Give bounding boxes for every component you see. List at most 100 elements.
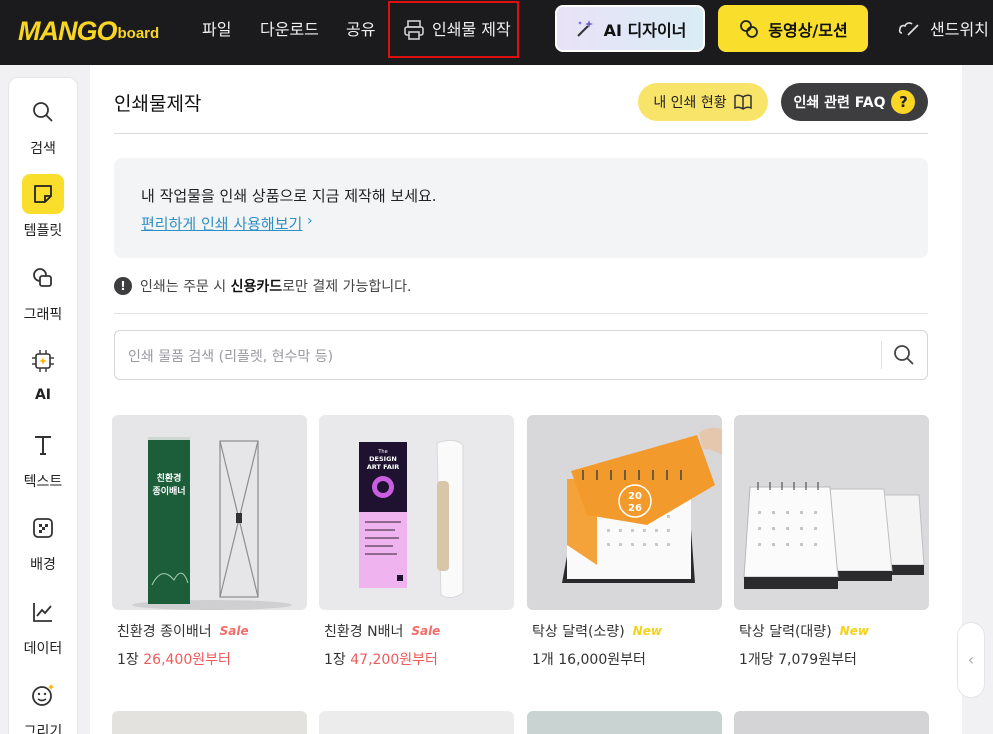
question-icon: ? <box>891 90 916 114</box>
product-price: 16,000원부터 <box>558 652 646 668</box>
product-image: 20 26 <box>527 415 722 610</box>
poster-text-3: ART FAIR <box>367 463 400 471</box>
sidebar-item-search[interactable]: 검색 <box>9 92 77 158</box>
product-name: 탁상 달력(대량) <box>739 624 832 640</box>
payment-text-pre: 인쇄는 주문 시 <box>140 279 231 295</box>
product-qty: 1장 <box>117 652 144 668</box>
printer-icon <box>404 20 424 40</box>
collapse-panel-button[interactable]: ‹ <box>957 622 985 698</box>
sidebar-item-draw[interactable]: 그리기 <box>9 675 77 734</box>
divider <box>114 133 928 134</box>
alert-icon: ! <box>114 277 132 295</box>
sidebar-label: 그리기 <box>23 724 63 734</box>
mangoboard-logo[interactable]: MANGO board <box>18 14 159 48</box>
sidebar-label: 데이터 <box>23 641 63 657</box>
sidebar-item-background[interactable]: 배경 <box>9 508 77 574</box>
payment-notice-text: 인쇄는 주문 시 신용카드로만 결제 가능합니다. <box>140 276 411 296</box>
product-card[interactable]: 탁상 달력(대량) New 1개당 7,079원부터 <box>734 415 929 669</box>
product-card-partial[interactable] <box>734 711 929 734</box>
background-icon <box>22 508 64 548</box>
sale-badge: Sale <box>411 624 441 638</box>
payment-text-bold: 신용카드 <box>230 279 283 295</box>
product-price-row: 1장 26,400원부터 <box>117 649 307 669</box>
product-card[interactable]: 20 26 탁상 달력(소량) New 1개 16,000원부터 <box>527 415 722 669</box>
product-qty: 1장 <box>324 652 351 668</box>
ai-designer-button[interactable]: AI 디자이너 <box>555 5 705 52</box>
menu-file[interactable]: 파일 <box>202 18 231 42</box>
sidebar-item-ai[interactable]: AI <box>9 341 77 403</box>
sidebar-label: 템플릿 <box>23 223 63 239</box>
book-icon <box>733 94 752 110</box>
print-faq-button[interactable]: 인쇄 관련 FAQ ? <box>781 83 928 121</box>
motion-icon <box>740 19 759 38</box>
search-icon <box>22 92 64 132</box>
new-badge: New <box>632 624 662 638</box>
product-price-row: 1개 16,000원부터 <box>532 649 722 669</box>
payment-notice: ! 인쇄는 주문 시 신용카드로만 결제 가능합니다. <box>114 276 411 296</box>
sidebar-item-text[interactable]: 텍스트 <box>9 425 77 491</box>
sidebar-item-data[interactable]: 데이터 <box>9 592 77 658</box>
poster-text-2: DESIGN <box>369 455 397 463</box>
new-badge: New <box>839 624 869 638</box>
product-price: 47,200원부터 <box>350 652 438 668</box>
guide-link[interactable]: 편리하게 인쇄 사용해보기 <box>141 213 302 234</box>
product-image: 친환경 종이배너 <box>112 415 307 610</box>
ai-chip-icon <box>22 341 64 381</box>
faq-label: 인쇄 관련 FAQ <box>793 95 886 111</box>
sandwich-menu[interactable]: 샌드위치 <box>898 16 989 40</box>
product-name-row: 친환경 종이배너 Sale <box>117 621 307 641</box>
product-qty: 1개 <box>532 652 559 668</box>
product-name-row: 탁상 달력(대량) New <box>739 621 929 641</box>
chevron-right-icon: › <box>307 213 313 229</box>
print-label: 인쇄물 제작 <box>432 20 511 39</box>
sandwich-label: 샌드위치 <box>930 20 989 39</box>
left-sidebar: 검색 템플릿 그래픽 AI 텍스트 배경 데이터 그리기 <box>8 77 78 734</box>
product-card[interactable]: The DESIGN ART FAIR 친환경 N배너 Sale 1장 47,2… <box>319 415 514 669</box>
logo-main: MANGO <box>18 16 117 46</box>
product-name-row: 탁상 달력(소량) New <box>532 621 722 641</box>
sale-badge: Sale <box>219 624 249 638</box>
sidebar-item-template[interactable]: 템플릿 <box>9 174 77 240</box>
product-name: 탁상 달력(소량) <box>532 624 625 640</box>
sidebar-label: 그래픽 <box>23 307 63 323</box>
product-card-partial[interactable] <box>319 711 514 734</box>
product-price-row: 1장 47,200원부터 <box>324 649 514 669</box>
product-image: The DESIGN ART FAIR <box>319 415 514 610</box>
sidebar-label: 배경 <box>30 557 56 573</box>
menu-download[interactable]: 다운로드 <box>260 18 319 42</box>
print-panel: 인쇄물제작 내 인쇄 현황 인쇄 관련 FAQ ? 내 작업물을 인쇄 상품으로… <box>90 65 962 734</box>
template-icon <box>22 174 64 214</box>
product-price-row: 1개당 7,079원부터 <box>739 649 929 669</box>
product-price: 26,400원부터 <box>143 652 231 668</box>
search-input[interactable]: 인쇄 물품 검색 (리플렛, 현수막 등) <box>128 346 333 366</box>
my-print-status-button[interactable]: 내 인쇄 현황 <box>638 83 768 121</box>
search-icon[interactable] <box>893 344 915 366</box>
notice-text: 내 작업물을 인쇄 상품으로 지금 제작해 보세요. <box>141 187 437 205</box>
top-bar: MANGO board 파일 다운로드 공유 인쇄물 제작 AI 디자이너 동영… <box>0 0 993 65</box>
product-name: 친환경 종이배너 <box>117 624 212 640</box>
menu-share[interactable]: 공유 <box>346 18 375 42</box>
search-separator <box>881 341 882 369</box>
page-title: 인쇄물제작 <box>114 93 202 115</box>
video-motion-label: 동영상/모션 <box>768 20 848 40</box>
magic-wand-icon <box>576 19 593 37</box>
banner-text-1: 친환경 <box>157 472 182 484</box>
logo-sub: board <box>117 25 160 42</box>
product-card-partial[interactable] <box>527 711 722 734</box>
sidebar-item-graphic[interactable]: 그래픽 <box>9 258 77 324</box>
banner-text-2: 종이배너 <box>152 485 185 497</box>
video-motion-button[interactable]: 동영상/모션 <box>718 5 868 52</box>
ai-designer-label: AI 디자이너 <box>603 20 687 40</box>
product-qty: 1개당 <box>739 652 779 668</box>
product-card-partial[interactable] <box>112 711 307 734</box>
calendar-text-1: 20 <box>628 491 642 502</box>
print-search-box[interactable]: 인쇄 물품 검색 (리플렛, 현수막 등) <box>114 330 928 380</box>
calendar-text-2: 26 <box>628 503 642 514</box>
sidebar-label: AI <box>34 387 52 403</box>
product-card[interactable]: 친환경 종이배너 친환경 종이배너 Sale 1장 26,400원부터 <box>112 415 307 669</box>
product-name-row: 친환경 N배너 Sale <box>324 621 514 641</box>
product-name: 친환경 N배너 <box>324 624 404 640</box>
graphic-icon <box>22 258 64 298</box>
menu-print-production[interactable]: 인쇄물 제작 <box>388 1 519 58</box>
divider <box>114 313 928 314</box>
